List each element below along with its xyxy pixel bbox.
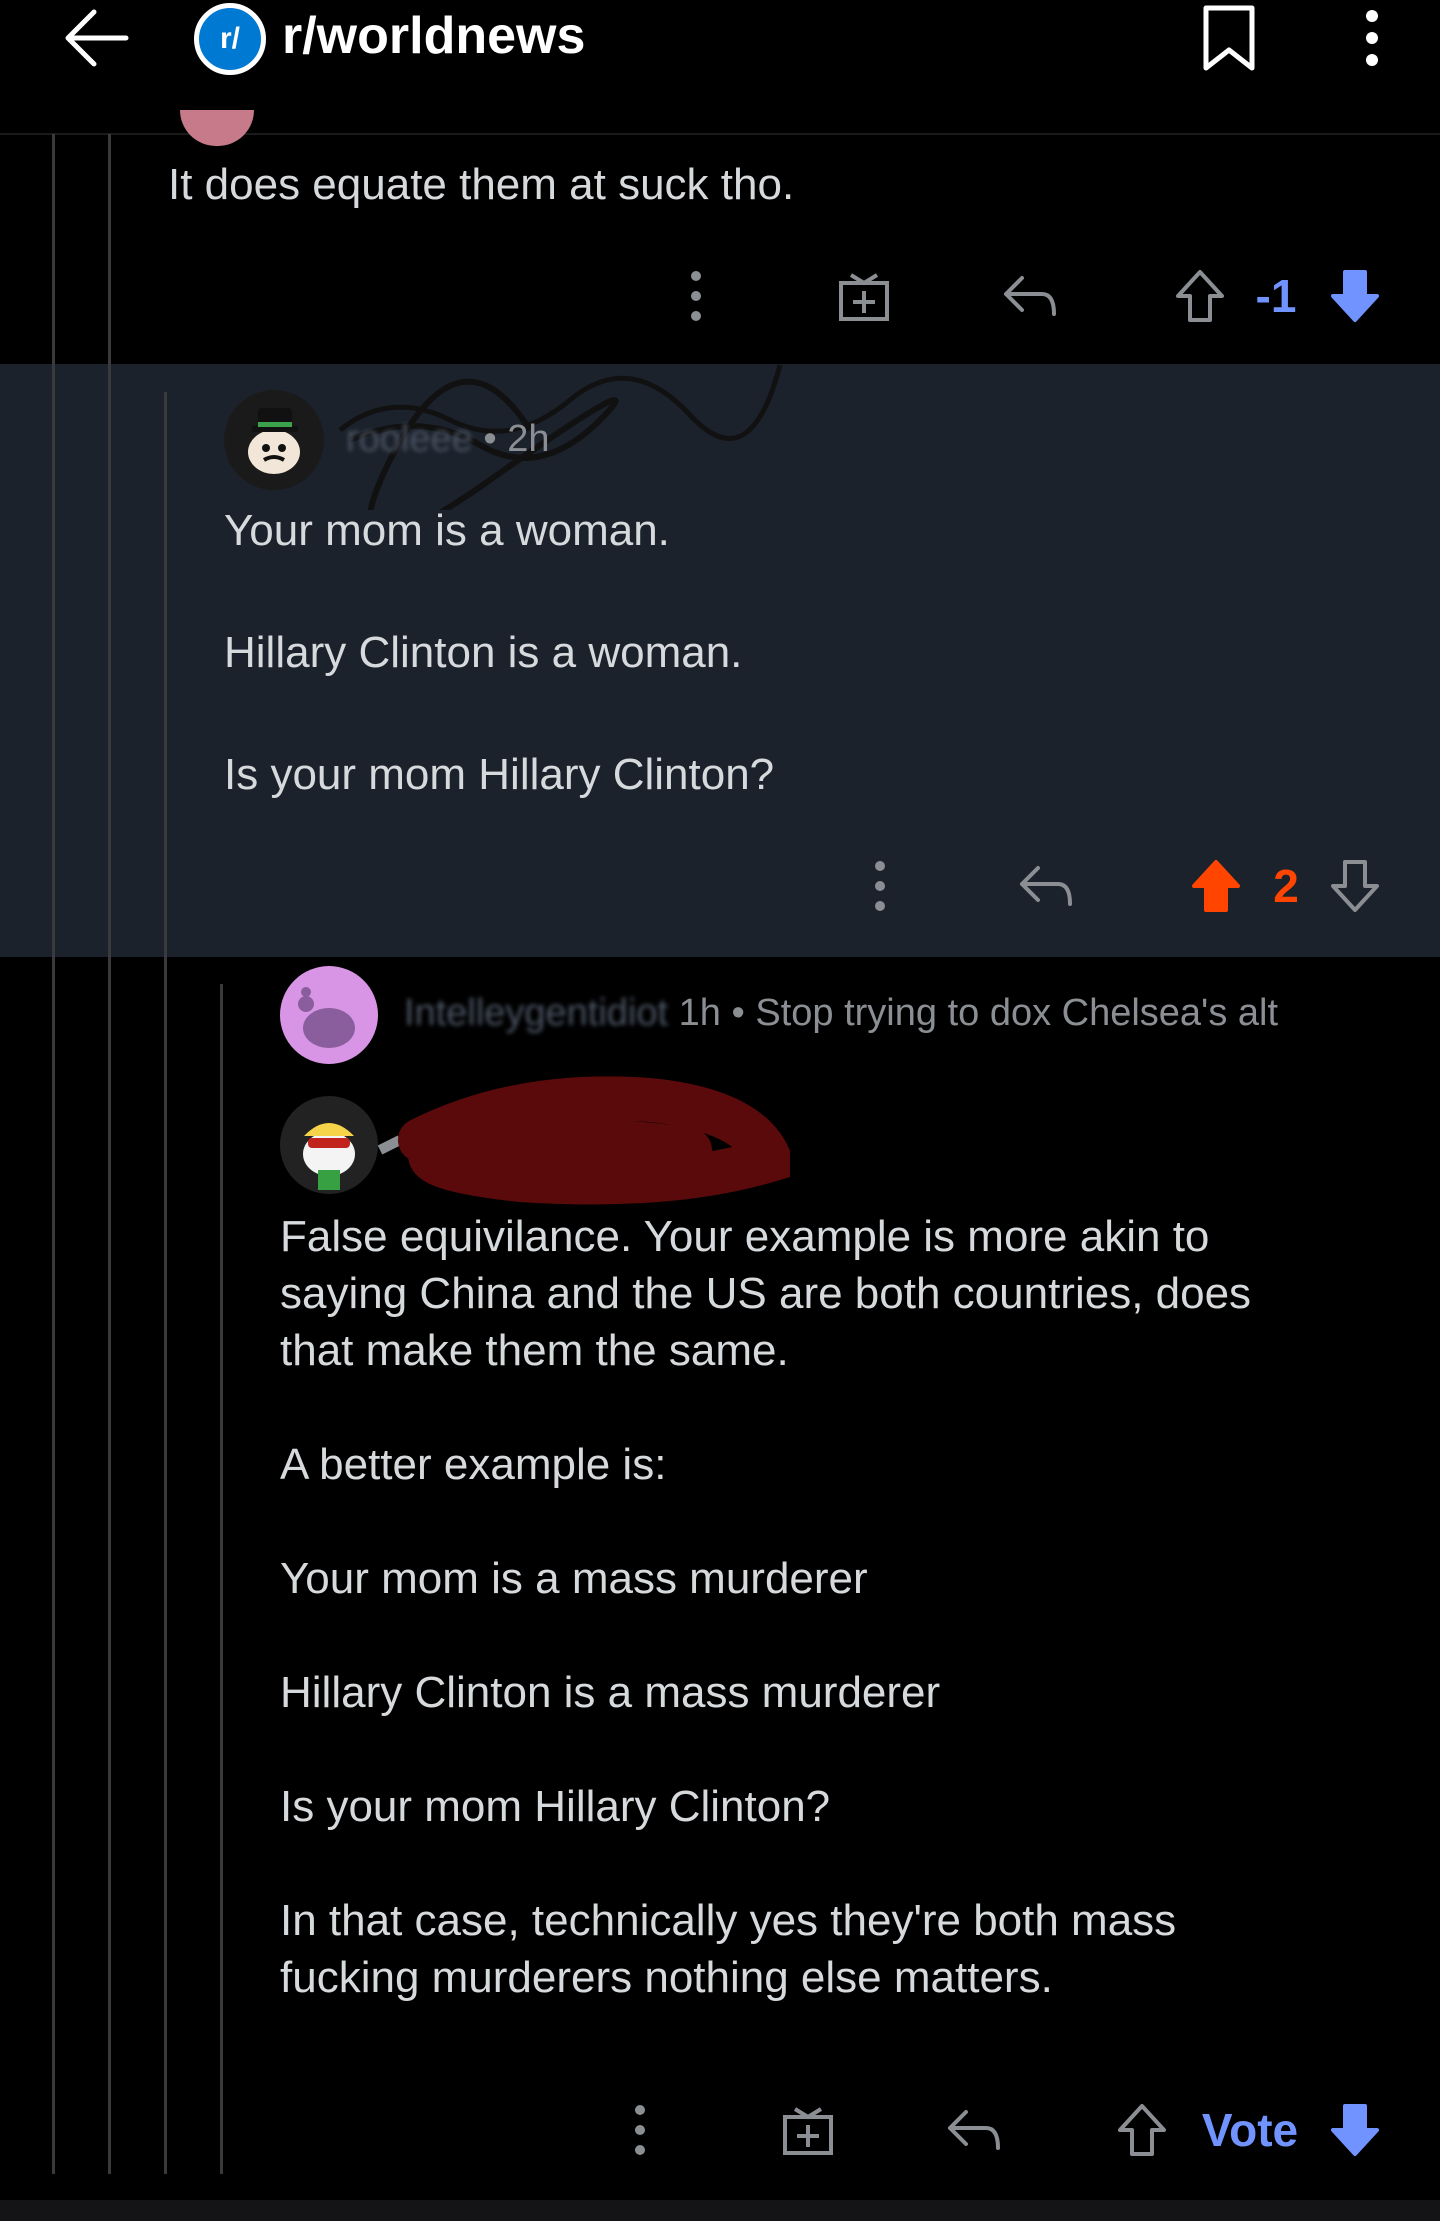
- redaction-scribble: [377, 1076, 790, 1205]
- comment-meta: rooleee • 2h: [346, 418, 549, 461]
- author-name[interactable]: Intelleygentidiot: [404, 992, 668, 1034]
- award-gift-icon[interactable]: [836, 266, 892, 326]
- reply-icon[interactable]: [1016, 856, 1076, 916]
- author-name[interactable]: rooleee: [346, 418, 473, 460]
- more-vert-icon[interactable]: [616, 2100, 664, 2160]
- upvote-icon[interactable]: [1188, 856, 1244, 916]
- separator: •: [483, 418, 497, 460]
- user-flair: Stop trying to dox Chelsea's alt: [755, 992, 1279, 1034]
- back-arrow-icon[interactable]: [60, 2, 132, 74]
- more-vert-icon[interactable]: [672, 266, 720, 326]
- avatar[interactable]: [280, 966, 378, 1064]
- upvote-icon[interactable]: [1114, 2100, 1170, 2160]
- subreddit-icon[interactable]: r/: [194, 3, 266, 75]
- award-gift-icon[interactable]: [780, 2100, 836, 2160]
- bookmark-icon[interactable]: [1200, 2, 1258, 74]
- thread-line[interactable]: [52, 134, 55, 2174]
- comment-meta: Intelleygentidiot 1h • Stop trying to do…: [404, 992, 1278, 1035]
- comment-actions: 2: [0, 856, 1440, 916]
- vote-score: Vote: [1201, 2104, 1299, 2156]
- subreddit-name[interactable]: r/worldnews: [282, 6, 585, 66]
- reply-icon[interactable]: [944, 2100, 1004, 2160]
- vote-score: 2: [1273, 860, 1299, 912]
- more-vert-icon[interactable]: [856, 856, 904, 916]
- comment-body: Your mom is a woman. Hillary Clinton is …: [224, 506, 775, 799]
- comment-body: It does equate them at suck tho.: [168, 160, 795, 209]
- comment-actions: -1: [0, 266, 1440, 326]
- comment-age: 2h: [507, 418, 550, 460]
- downvote-icon[interactable]: [1326, 266, 1384, 326]
- vote-score: -1: [1255, 270, 1297, 322]
- downvote-icon[interactable]: [1326, 856, 1384, 916]
- more-vert-icon[interactable]: [1352, 2, 1392, 74]
- bottom-divider: [0, 2200, 1440, 2221]
- avatar[interactable]: [180, 110, 254, 146]
- upvote-icon[interactable]: [1172, 266, 1228, 326]
- separator: •: [731, 992, 745, 1034]
- comment-age: 1h: [678, 992, 721, 1034]
- downvote-icon[interactable]: [1326, 2100, 1384, 2160]
- comment-actions: Vote: [0, 2100, 1440, 2160]
- thread-line[interactable]: [108, 134, 111, 2174]
- avatar: [280, 1096, 378, 1194]
- avatar[interactable]: [224, 390, 324, 490]
- comment-body: False equivilance. Your example is more …: [280, 1212, 1252, 2002]
- reply-icon[interactable]: [1000, 266, 1060, 326]
- thread-line[interactable]: [220, 984, 223, 2174]
- thread-line[interactable]: [164, 392, 167, 2174]
